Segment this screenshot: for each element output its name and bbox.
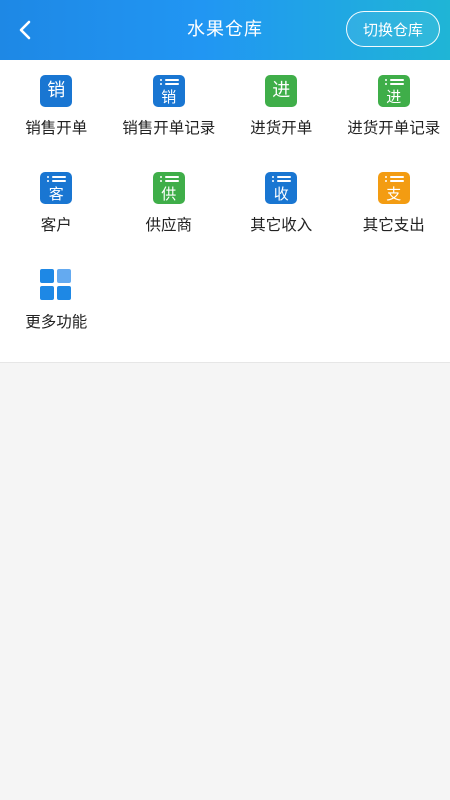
icon-glyph: 支 — [386, 185, 402, 203]
icon-glyph: 客 — [48, 185, 64, 203]
menu-item-more-functions[interactable]: 更多功能 — [0, 269, 113, 366]
menu-item-purchase-order[interactable]: 进 进货开单 — [225, 75, 338, 172]
menu-item-sales-order[interactable]: 销 销售开单 — [0, 75, 113, 172]
menu-item-supplier[interactable]: 供 供应商 — [113, 172, 226, 269]
menu-item-purchase-record[interactable]: 进 进货开单记录 — [338, 75, 450, 172]
purchase-order-icon: 进 — [265, 75, 298, 107]
menu-item-label: 更多功能 — [25, 313, 88, 331]
purchase-record-icon: 进 — [377, 75, 410, 107]
header-bar: 水果仓库 切换仓库 — [0, 0, 450, 60]
menu-item-sales-record[interactable]: 销 销售开单记录 — [113, 75, 226, 172]
menu-item-label: 客户 — [40, 216, 72, 234]
icon-glyph: 收 — [273, 185, 289, 203]
menu-item-other-income[interactable]: 收 其它收入 — [225, 172, 338, 269]
menu-item-label: 供应商 — [145, 216, 192, 234]
icon-glyph: 进 — [272, 80, 291, 101]
icon-glyph: 进 — [386, 88, 402, 106]
customer-icon: 客 — [40, 172, 73, 204]
supplier-icon: 供 — [152, 172, 185, 204]
icon-glyph: 销 — [47, 80, 66, 101]
sales-order-icon: 销 — [40, 75, 73, 107]
other-expense-icon: 支 — [377, 172, 410, 204]
function-grid: 销 销售开单 销 销售开单记录 进 进货开单 进 进货开单记录 客 客户 供 供… — [0, 60, 450, 366]
other-income-icon: 收 — [265, 172, 298, 204]
icon-glyph: 销 — [161, 88, 177, 106]
sales-record-icon: 销 — [152, 75, 185, 107]
function-panel: 销 销售开单 销 销售开单记录 进 进货开单 进 进货开单记录 客 客户 供 供… — [0, 60, 450, 363]
menu-item-label: 其它支出 — [362, 216, 425, 234]
more-grid-icon — [40, 269, 72, 301]
menu-item-label: 进货开单 — [250, 119, 313, 137]
icon-glyph: 供 — [161, 185, 177, 203]
menu-item-label: 进货开单记录 — [347, 119, 441, 137]
menu-item-label: 其它收入 — [250, 216, 313, 234]
menu-item-label: 销售开单记录 — [122, 119, 216, 137]
menu-item-label: 销售开单 — [25, 119, 88, 137]
switch-warehouse-button[interactable]: 切换仓库 — [345, 11, 440, 47]
menu-item-other-expense[interactable]: 支 其它支出 — [338, 172, 450, 269]
menu-item-customer[interactable]: 客 客户 — [0, 172, 113, 269]
